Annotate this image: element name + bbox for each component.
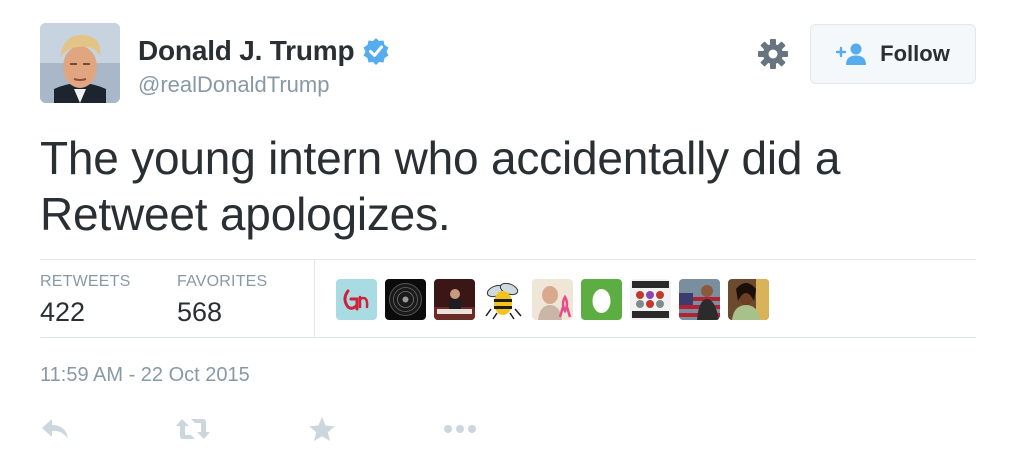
favoriter-avatar[interactable] [532,279,573,320]
more-dots-icon [444,425,476,433]
follow-button-label: Follow [880,41,950,66]
follow-person-icon [836,43,867,65]
divider-bottom [40,337,976,338]
favorite-star-icon [309,417,335,441]
profile-avatar[interactable] [40,23,120,103]
user-handle[interactable]: @realDonaldTrump [138,72,329,98]
retweet-button[interactable] [175,414,213,444]
favoriter-avatar[interactable] [434,279,475,320]
favoriter-avatar[interactable] [581,279,622,320]
favoriter-avatar[interactable] [679,279,720,320]
avatar-monogram-pink [336,279,377,320]
gear-icon[interactable] [756,37,790,71]
tweet-text: The young intern who accidentally did a … [40,132,841,240]
avatar-hornet [483,279,524,320]
avatar-dark-photo [434,279,475,320]
retweets-stat[interactable]: RETWEETS 422 [40,273,131,328]
retweets-count: 422 [40,297,86,327]
avatar-default-egg [581,279,622,320]
name-row: Donald J. Trump [138,35,390,67]
avatar-portrait [728,279,769,320]
favoriters-list [336,279,769,320]
avatar-flag-photo [679,279,720,320]
favorite-button[interactable] [308,414,338,444]
follow-button[interactable]: Follow [810,24,976,84]
favorites-stat[interactable]: FAVORITES 568 [177,273,267,328]
favorites-count: 568 [177,297,223,327]
retweet-icon [176,419,210,439]
display-name[interactable]: Donald J. Trump [138,35,355,67]
more-button[interactable] [442,414,478,444]
avatar-vinyl-record [385,279,426,320]
reply-icon [42,419,68,439]
favoriter-avatar[interactable] [336,279,377,320]
favorites-label: FAVORITES [177,273,268,290]
stats-divider [314,260,315,337]
tweet-timestamp[interactable]: 11:59 AM - 22 Oct 2015 [40,364,250,387]
favoriter-avatar[interactable] [630,279,671,320]
avatar-collage [630,279,671,320]
avatar-pink-ribbon [532,279,573,320]
verified-badge-icon [363,38,389,65]
favoriter-avatar[interactable] [483,279,524,320]
favoriter-avatar[interactable] [385,279,426,320]
retweets-label: RETWEETS [40,273,131,290]
reply-button[interactable] [40,414,74,444]
divider-top [40,259,976,260]
favoriter-avatar[interactable] [728,279,769,320]
